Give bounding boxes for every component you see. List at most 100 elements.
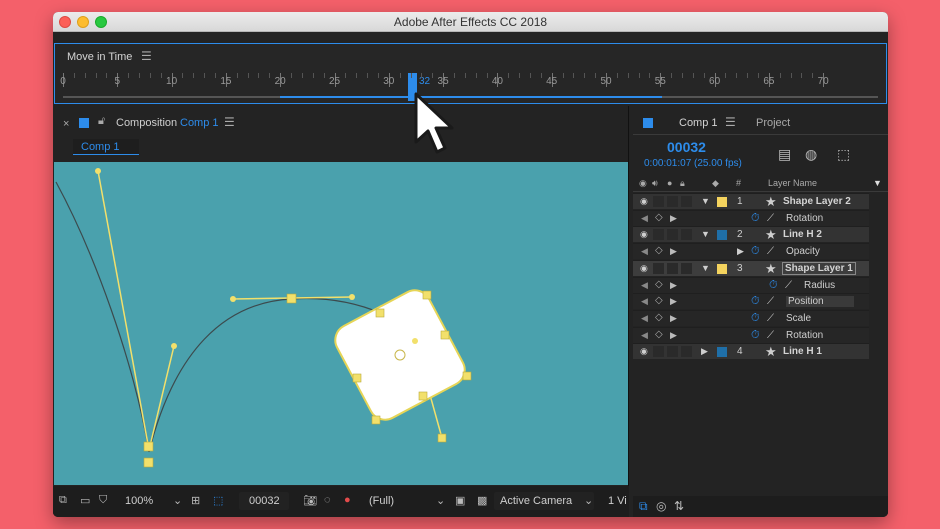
fast-previews-icon[interactable]: ▣ — [455, 494, 465, 507]
zoom-level[interactable]: 100% — [125, 495, 153, 507]
stopwatch-icon[interactable]: ⏱ — [751, 329, 760, 342]
graph-icon[interactable]: ⟋ — [785, 280, 792, 291]
lock-icon[interactable]: 🔓︎ — [98, 115, 105, 128]
view-layout-select[interactable]: 1 Vi — [608, 495, 627, 507]
visibility-eye-icon[interactable]: ◉ — [640, 229, 648, 240]
column-layer-name[interactable]: Layer Name — [768, 178, 817, 188]
snapshot-camera-icon[interactable]: 📷︎ — [303, 494, 317, 507]
property-row[interactable]: ◀ ◇ ▶ ▶ ⏱ ⟋ Opacity — [633, 243, 869, 260]
property-name[interactable]: Position — [786, 296, 854, 308]
twirl-down-icon[interactable]: ▼ — [701, 229, 710, 239]
lock-switch[interactable] — [681, 262, 692, 274]
video-eye-icon[interactable]: ◉ — [639, 178, 647, 189]
lock-switch[interactable] — [681, 346, 692, 358]
region-of-interest-icon[interactable]: ⬚ — [213, 494, 223, 507]
chevron-down-icon[interactable]: ⌄ — [173, 494, 182, 507]
property-row[interactable]: ◀ ◇ ▶ ⏱ ⟋ Rotation — [633, 209, 869, 226]
layer-name[interactable]: Shape Layer 2 — [783, 196, 851, 207]
next-keyframe-icon[interactable]: ▶ — [670, 213, 677, 224]
panel-menu-icon[interactable]: ☰ — [224, 115, 235, 129]
transfer-controls-icon[interactable]: ◎ — [656, 499, 666, 513]
composition-flowchart-icon[interactable]: ▤ — [778, 146, 791, 163]
visibility-eye-icon[interactable]: ◉ — [640, 346, 648, 357]
solo-switch[interactable] — [667, 196, 678, 207]
panel-menu-icon[interactable]: ☰ — [141, 49, 152, 63]
twirl-right-icon[interactable]: ▶ — [737, 246, 744, 257]
next-keyframe-icon[interactable]: ▶ — [670, 280, 677, 291]
graph-icon[interactable]: ⟋ — [767, 213, 774, 224]
add-keyframe-icon[interactable]: ◇ — [655, 212, 663, 223]
comp-subtab[interactable]: Comp 1 — [73, 139, 139, 155]
label-color-swatch[interactable] — [717, 197, 727, 207]
visibility-eye-icon[interactable]: ◉ — [640, 263, 648, 274]
label-tag-icon[interactable]: ◆ — [712, 178, 719, 189]
label-color-swatch[interactable] — [717, 230, 727, 241]
graph-icon[interactable]: ⟋ — [767, 246, 774, 257]
add-keyframe-icon[interactable]: ◇ — [655, 329, 663, 340]
property-name[interactable]: Rotation — [786, 330, 823, 341]
previous-keyframe-icon[interactable]: ◀ — [641, 330, 648, 341]
previous-keyframe-icon[interactable]: ◀ — [641, 280, 648, 291]
previous-keyframe-icon[interactable]: ◀ — [641, 246, 648, 257]
always-preview-icon[interactable]: ⧉ — [59, 494, 67, 507]
in-out-stretch-icon[interactable]: ⇅ — [674, 499, 684, 513]
transparency-grid-icon[interactable]: ▩ — [477, 494, 487, 507]
stopwatch-icon[interactable]: ⏱ — [751, 295, 760, 308]
property-name[interactable]: Rotation — [786, 213, 823, 224]
property-name[interactable]: Opacity — [786, 246, 820, 257]
stopwatch-icon[interactable]: ⏱ — [751, 312, 760, 325]
audio-switch[interactable] — [653, 346, 664, 358]
monitor-icon[interactable]: ▭ — [80, 494, 90, 507]
graph-icon[interactable]: ⟋ — [767, 296, 774, 307]
rounded-square-shape[interactable] — [330, 285, 471, 426]
solo-switch[interactable] — [667, 262, 678, 274]
graph-editor-icon[interactable]: ⬚ — [837, 146, 850, 163]
layer-switches-icon[interactable]: ⧉ — [639, 499, 648, 514]
add-keyframe-icon[interactable]: ◇ — [655, 279, 663, 290]
stopwatch-icon[interactable]: ⏱ — [751, 212, 760, 225]
current-frame[interactable]: 00032 — [249, 495, 280, 507]
audio-icon[interactable]: 🔊︎ — [652, 178, 658, 189]
property-row[interactable]: ◀ ◇ ▶ ⏱ ⟋ Scale — [633, 309, 869, 326]
resolution-select[interactable]: (Full) — [369, 495, 394, 507]
graph-icon[interactable]: ⟋ — [767, 330, 774, 341]
next-keyframe-icon[interactable]: ▶ — [670, 246, 677, 257]
tab-comp[interactable]: Comp 1 — [679, 117, 718, 129]
mask-visibility-icon[interactable]: ⛉ — [99, 494, 107, 507]
solo-switch[interactable] — [667, 346, 678, 358]
layer-row[interactable]: ◉ ▼ 3 ★ Shape Layer 1 — [633, 259, 869, 276]
lock-switch[interactable] — [681, 229, 692, 241]
audio-switch[interactable] — [653, 196, 664, 207]
timeline-marker-icon[interactable]: ▼ — [873, 178, 882, 188]
stopwatch-icon[interactable]: ⏱ — [751, 245, 760, 258]
show-snapshot-icon[interactable]: ◌ — [324, 494, 331, 506]
time-ruler[interactable]: 32 0 5 10 15 20 25 30 35 40 45 50 55 60 65 70 — [55, 73, 886, 103]
work-area-range[interactable] — [280, 96, 662, 98]
twirl-right-icon[interactable]: ▶ — [701, 346, 708, 357]
grid-guides-icon[interactable]: ⊞ — [191, 494, 200, 507]
label-color-swatch[interactable] — [717, 347, 727, 358]
twirl-down-icon[interactable]: ▼ — [701, 263, 710, 273]
lock-icon[interactable]: 🔒︎ — [680, 178, 685, 189]
previous-keyframe-icon[interactable]: ◀ — [641, 313, 648, 324]
layer-row[interactable]: ◉ ▼ 2 ★ Line H 2 — [633, 226, 869, 243]
property-row[interactable]: ◀ ◇ ▶ ⏱ ⟋ Position — [633, 293, 869, 310]
previous-keyframe-icon[interactable]: ◀ — [641, 296, 648, 307]
layer-name[interactable]: Shape Layer 1 — [782, 261, 856, 275]
add-keyframe-icon[interactable]: ◇ — [655, 295, 663, 306]
composition-name[interactable]: Comp 1 — [180, 117, 219, 129]
solo-switch[interactable] — [667, 229, 678, 241]
add-keyframe-icon[interactable]: ◇ — [655, 312, 663, 323]
graph-icon[interactable]: ⟋ — [767, 313, 774, 324]
lock-switch[interactable] — [681, 196, 692, 207]
timecode[interactable]: 00032 — [667, 139, 706, 155]
next-keyframe-icon[interactable]: ▶ — [670, 330, 677, 341]
property-name[interactable]: Scale — [786, 313, 811, 324]
next-keyframe-icon[interactable]: ▶ — [670, 296, 677, 307]
audio-switch[interactable] — [653, 229, 664, 241]
layer-row[interactable]: ◉ ▼ 1 ★ Shape Layer 2 — [633, 193, 869, 209]
audio-switch[interactable] — [653, 262, 664, 274]
property-row[interactable]: ◀ ◇ ▶ ⏱ ⟋ Radius — [633, 276, 869, 293]
next-keyframe-icon[interactable]: ▶ — [670, 313, 677, 324]
close-panel-icon[interactable]: × — [63, 118, 69, 130]
